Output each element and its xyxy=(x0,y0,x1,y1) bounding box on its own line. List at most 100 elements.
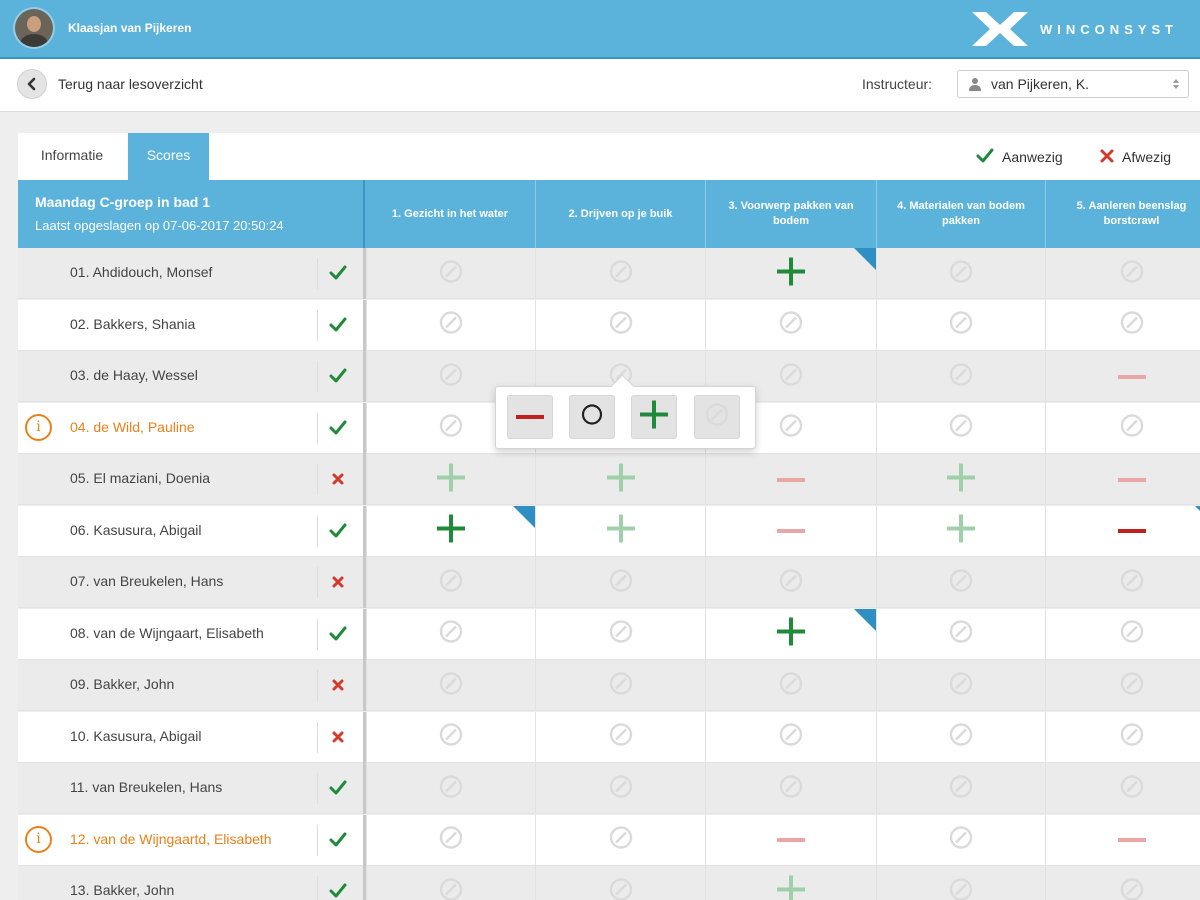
score-cell[interactable] xyxy=(1045,814,1200,866)
score-cell[interactable] xyxy=(705,557,876,608)
info-icon[interactable]: i xyxy=(25,825,52,853)
check-icon[interactable] xyxy=(329,522,347,540)
student-row: 06. Kasusura, Abigail xyxy=(18,505,1200,557)
score-cell[interactable] xyxy=(1045,660,1200,711)
score-cell[interactable] xyxy=(1045,248,1200,299)
score-cell[interactable] xyxy=(535,763,705,814)
score-cell[interactable] xyxy=(876,402,1045,454)
score-cell[interactable] xyxy=(705,505,876,557)
check-icon[interactable] xyxy=(329,316,347,334)
score-cell[interactable] xyxy=(705,711,876,763)
score-cell[interactable] xyxy=(535,454,705,505)
score-cell[interactable] xyxy=(876,711,1045,763)
score-cell[interactable] xyxy=(705,763,876,814)
score-cell[interactable] xyxy=(705,814,876,866)
score-cell[interactable] xyxy=(1045,505,1200,557)
score-cell[interactable] xyxy=(1045,557,1200,608)
score-cell[interactable] xyxy=(705,608,876,660)
score-cell[interactable] xyxy=(535,711,705,763)
score-cell[interactable] xyxy=(705,299,876,351)
score-cell[interactable] xyxy=(705,454,876,505)
cross-icon[interactable] xyxy=(329,573,347,591)
check-icon[interactable] xyxy=(329,779,347,797)
score-cell[interactable] xyxy=(366,608,535,660)
score-cell[interactable] xyxy=(876,351,1045,402)
cross-icon[interactable] xyxy=(329,470,347,488)
divider xyxy=(317,515,318,547)
score-cell[interactable] xyxy=(366,505,535,557)
score-cell[interactable] xyxy=(366,557,535,608)
score-cell[interactable] xyxy=(876,866,1045,900)
plus-icon xyxy=(435,461,467,498)
check-icon[interactable] xyxy=(329,831,347,849)
score-cell[interactable] xyxy=(1045,299,1200,351)
score-cell[interactable] xyxy=(1045,711,1200,763)
score-cell[interactable] xyxy=(366,814,535,866)
instructor-select[interactable]: van Pijkeren, K. xyxy=(957,70,1189,98)
divider xyxy=(317,309,318,341)
score-cell[interactable] xyxy=(1045,608,1200,660)
plus-icon xyxy=(945,513,977,550)
check-icon[interactable] xyxy=(329,264,347,282)
tab-informatie[interactable]: Informatie xyxy=(18,133,126,180)
score-cell[interactable] xyxy=(705,660,876,711)
score-cell[interactable] xyxy=(1045,454,1200,505)
divider xyxy=(317,876,318,900)
score-cell[interactable] xyxy=(876,660,1045,711)
score-cell[interactable] xyxy=(1045,866,1200,900)
check-icon[interactable] xyxy=(329,625,347,643)
score-cell[interactable] xyxy=(535,814,705,866)
score-cell[interactable] xyxy=(535,248,705,299)
score-cell[interactable] xyxy=(1045,402,1200,454)
score-cell[interactable] xyxy=(366,660,535,711)
score-cell[interactable] xyxy=(535,866,705,900)
score-cell[interactable] xyxy=(876,454,1045,505)
score-cell[interactable] xyxy=(535,299,705,351)
select-arrows-icon xyxy=(1173,79,1179,89)
check-icon[interactable] xyxy=(329,367,347,385)
clear-score-button[interactable] xyxy=(694,395,740,439)
score-cell[interactable] xyxy=(535,608,705,660)
no-score-icon xyxy=(438,361,464,392)
score-cell[interactable] xyxy=(366,299,535,351)
check-icon[interactable] xyxy=(329,419,347,437)
circle-button[interactable] xyxy=(569,395,615,439)
plus-button[interactable] xyxy=(631,395,677,439)
minus-button[interactable] xyxy=(507,395,553,439)
cross-icon[interactable] xyxy=(329,728,347,746)
score-cell[interactable] xyxy=(876,505,1045,557)
score-cell[interactable] xyxy=(366,711,535,763)
score-cell[interactable] xyxy=(876,557,1045,608)
student-name: 04. de Wild, Pauline xyxy=(70,418,195,435)
score-cell[interactable] xyxy=(876,248,1045,299)
score-cell[interactable] xyxy=(366,866,535,900)
grid-header: Maandag C-groep in bad 1 Laatst opgeslag… xyxy=(18,180,1200,250)
score-cell[interactable] xyxy=(535,505,705,557)
score-cell[interactable] xyxy=(876,299,1045,351)
score-cell[interactable] xyxy=(366,454,535,505)
score-cell[interactable] xyxy=(876,814,1045,866)
score-cell[interactable] xyxy=(1045,763,1200,814)
tab-scores[interactable]: Scores xyxy=(128,133,209,180)
student-name: 05. El maziani, Doenia xyxy=(70,470,211,486)
user-avatar[interactable] xyxy=(15,9,53,47)
score-cell[interactable] xyxy=(705,248,876,299)
back-link[interactable]: Terug naar lesoverzicht xyxy=(58,76,203,92)
cross-icon[interactable] xyxy=(329,676,347,694)
plus-icon xyxy=(605,461,637,498)
check-icon[interactable] xyxy=(329,882,347,900)
score-cell[interactable] xyxy=(876,608,1045,660)
no-score-icon xyxy=(1119,567,1145,598)
score-cell[interactable] xyxy=(535,557,705,608)
score-cell[interactable] xyxy=(1045,351,1200,402)
score-cell[interactable] xyxy=(876,763,1045,814)
info-icon[interactable]: i xyxy=(25,413,52,441)
comment-flag-icon xyxy=(513,505,535,528)
score-cell[interactable] xyxy=(366,763,535,814)
no-score-icon xyxy=(704,402,730,433)
score-cell[interactable] xyxy=(535,660,705,711)
score-cell[interactable] xyxy=(705,866,876,900)
score-cell[interactable] xyxy=(366,248,535,299)
back-button[interactable] xyxy=(17,69,47,99)
student-row: 05. El maziani, Doenia xyxy=(18,454,1200,505)
